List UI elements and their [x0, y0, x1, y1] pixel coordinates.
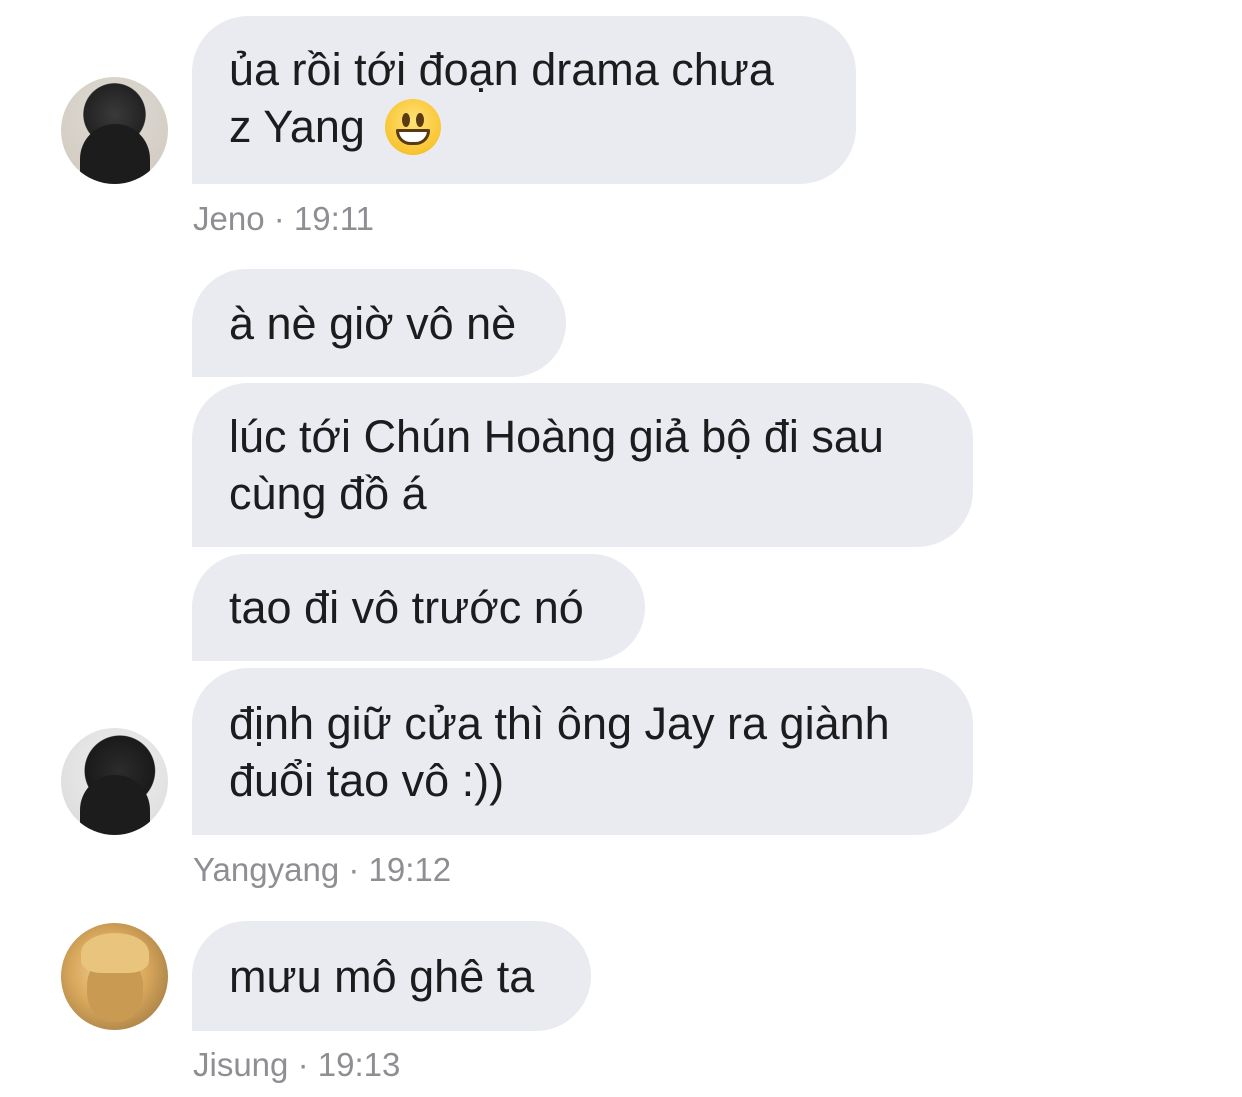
timestamp: 19:13 — [317, 1046, 401, 1083]
message-text: lúc tới Chún Hoàng giả bộ đi sau cùng đồ… — [229, 411, 884, 519]
timestamp: 19:12 — [368, 851, 452, 888]
message-bubble[interactable]: à nè giờ vô nè — [192, 269, 566, 377]
avatar-yangyang[interactable] — [61, 728, 168, 835]
message-bubble[interactable]: tao đi vô trước nó — [192, 554, 645, 661]
message-bubble[interactable]: lúc tới Chún Hoàng giả bộ đi sau cùng đồ… — [192, 383, 973, 547]
message-text: định giữ cửa thì ông Jay ra giành đuổi t… — [229, 697, 890, 806]
grinning-face-icon — [385, 98, 442, 155]
message-meta: Jisung · 19:13 — [193, 1046, 401, 1083]
avatar-jeno[interactable] — [61, 77, 168, 184]
sender-name: Yangyang — [193, 851, 340, 888]
sender-name: Jisung — [193, 1046, 289, 1083]
avatar-jisung[interactable] — [61, 923, 168, 1030]
message-meta: Jeno · 19:11 — [193, 200, 375, 237]
message-text: tao đi vô trước nó — [229, 582, 584, 633]
message-bubble[interactable]: định giữ cửa thì ông Jay ra giành đuổi t… — [192, 668, 973, 835]
sender-name: Jeno — [193, 200, 265, 237]
message-text: à nè giờ vô nè — [229, 297, 517, 349]
message-meta: Yangyang · 19:12 — [193, 851, 452, 888]
timestamp: 19:11 — [293, 200, 375, 237]
message-bubble[interactable]: mưu mô ghê ta — [192, 921, 591, 1031]
message-bubble[interactable]: ủa rồi tới đoạn drama chưa z Yang — [192, 16, 856, 184]
message-text: ủa rồi tới đoạn drama chưa z Yang — [229, 41, 774, 158]
message-text: mưu mô ghê ta — [229, 950, 535, 1002]
